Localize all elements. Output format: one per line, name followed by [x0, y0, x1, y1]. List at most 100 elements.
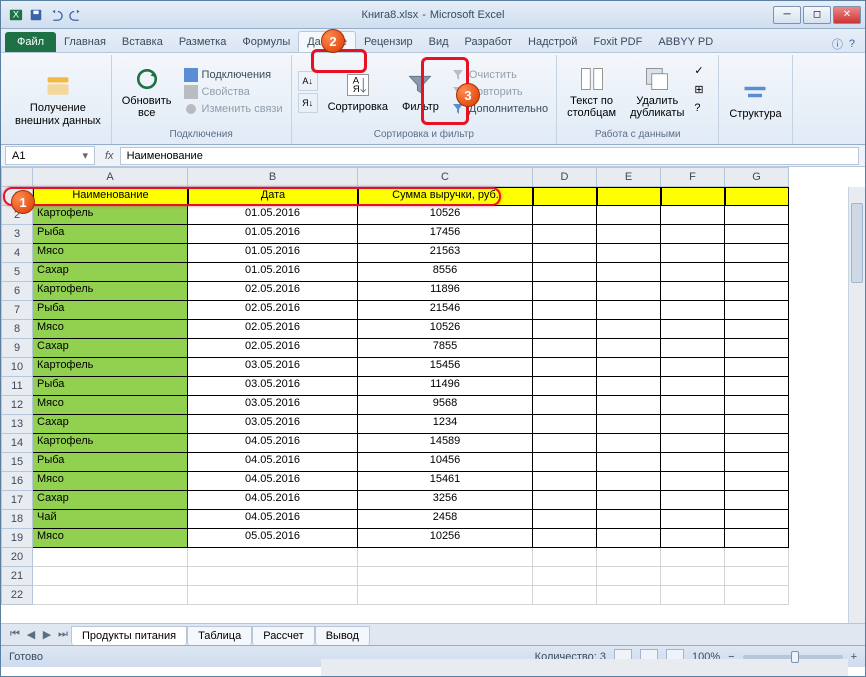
cell[interactable] [661, 282, 725, 301]
cell[interactable] [597, 415, 661, 434]
cell[interactable]: 9568 [358, 396, 533, 415]
cell[interactable] [533, 377, 597, 396]
cell[interactable] [358, 548, 533, 567]
cell[interactable]: Дата [188, 187, 358, 206]
cell[interactable] [725, 263, 789, 282]
cell[interactable] [725, 358, 789, 377]
row-header[interactable]: 18 [1, 510, 33, 529]
cell[interactable] [725, 510, 789, 529]
cell[interactable]: Наименование [33, 187, 188, 206]
cell[interactable] [725, 301, 789, 320]
cell[interactable]: 01.05.2016 [188, 206, 358, 225]
cell[interactable]: 04.05.2016 [188, 491, 358, 510]
tab-abbyy[interactable]: ABBYY PD [650, 32, 721, 52]
cell[interactable] [661, 263, 725, 282]
col-header-A[interactable]: A [33, 167, 188, 187]
cell[interactable]: Чай [33, 510, 188, 529]
minimize-ribbon-icon[interactable]: ⓘ [832, 36, 843, 52]
cell[interactable]: 02.05.2016 [188, 320, 358, 339]
sheet-tab-4[interactable]: Вывод [315, 626, 370, 645]
cell[interactable]: Мясо [33, 472, 188, 491]
cell[interactable]: Сахар [33, 415, 188, 434]
cell[interactable] [533, 396, 597, 415]
cell[interactable] [597, 339, 661, 358]
cell[interactable] [725, 567, 789, 586]
help-icon[interactable]: ? [849, 38, 855, 50]
cell[interactable] [188, 548, 358, 567]
cell[interactable]: 11896 [358, 282, 533, 301]
cell[interactable] [661, 320, 725, 339]
cell[interactable] [661, 206, 725, 225]
cell[interactable] [533, 206, 597, 225]
cell[interactable] [597, 453, 661, 472]
row-header[interactable]: 17 [1, 491, 33, 510]
cell[interactable]: 1234 [358, 415, 533, 434]
cell[interactable] [533, 187, 597, 206]
redo-icon[interactable] [67, 6, 85, 24]
zoom-in-icon[interactable]: + [851, 651, 857, 663]
consolidate-icon[interactable]: ⊞ [694, 83, 712, 101]
cell[interactable] [597, 263, 661, 282]
cell[interactable] [725, 244, 789, 263]
cell[interactable] [533, 358, 597, 377]
row-header[interactable]: 20 [1, 548, 33, 567]
cell[interactable] [533, 320, 597, 339]
connections-button[interactable]: Подключения [182, 67, 285, 83]
cell[interactable] [661, 377, 725, 396]
cell[interactable] [597, 472, 661, 491]
fx-icon[interactable]: fx [99, 150, 120, 162]
cell[interactable] [597, 225, 661, 244]
col-header-E[interactable]: E [597, 167, 661, 187]
cell[interactable]: 15456 [358, 358, 533, 377]
cell[interactable]: 01.05.2016 [188, 225, 358, 244]
cell[interactable] [597, 586, 661, 605]
cell[interactable]: Сумма выручки, руб. [358, 187, 533, 206]
cell[interactable] [533, 529, 597, 548]
edit-links-button[interactable]: Изменить связи [182, 101, 285, 117]
validation-icon[interactable]: ✓ [694, 64, 712, 82]
cell[interactable] [597, 244, 661, 263]
filter-button[interactable]: Фильтр [398, 69, 443, 115]
cell[interactable]: 02.05.2016 [188, 282, 358, 301]
cell[interactable]: 04.05.2016 [188, 434, 358, 453]
col-header-B[interactable]: B [188, 167, 358, 187]
name-box[interactable]: A1▾ [5, 146, 95, 165]
cell[interactable] [725, 491, 789, 510]
cell[interactable] [533, 472, 597, 491]
cell[interactable]: 03.05.2016 [188, 377, 358, 396]
cell[interactable]: 04.05.2016 [188, 510, 358, 529]
cell[interactable] [358, 567, 533, 586]
row-header[interactable]: 7 [1, 301, 33, 320]
cell[interactable] [533, 225, 597, 244]
row-header[interactable]: 21 [1, 567, 33, 586]
cell[interactable] [533, 263, 597, 282]
cell[interactable] [725, 206, 789, 225]
cell[interactable]: Картофель [33, 282, 188, 301]
row-header[interactable]: 19 [1, 529, 33, 548]
cell[interactable] [661, 529, 725, 548]
row-header[interactable]: 4 [1, 244, 33, 263]
cell[interactable] [188, 567, 358, 586]
cell[interactable]: Рыба [33, 301, 188, 320]
cell[interactable] [725, 320, 789, 339]
cell[interactable] [597, 377, 661, 396]
cell[interactable]: 10526 [358, 206, 533, 225]
row-header[interactable]: 14 [1, 434, 33, 453]
cell[interactable]: 11496 [358, 377, 533, 396]
cell[interactable] [661, 339, 725, 358]
tab-formulas[interactable]: Формулы [234, 32, 298, 52]
tab-insert[interactable]: Вставка [114, 32, 171, 52]
sheet-tab-2[interactable]: Таблица [187, 626, 252, 645]
row-header[interactable]: 3 [1, 225, 33, 244]
cell[interactable]: 21546 [358, 301, 533, 320]
cell[interactable] [533, 434, 597, 453]
cell[interactable] [661, 586, 725, 605]
zoom-slider[interactable] [743, 655, 843, 659]
vertical-scrollbar[interactable] [848, 187, 865, 623]
cell[interactable]: 04.05.2016 [188, 453, 358, 472]
cell[interactable]: Мясо [33, 320, 188, 339]
cell[interactable] [661, 187, 725, 206]
cell[interactable]: Рыба [33, 453, 188, 472]
cell[interactable]: Мясо [33, 529, 188, 548]
tab-file[interactable]: Файл [5, 32, 56, 52]
